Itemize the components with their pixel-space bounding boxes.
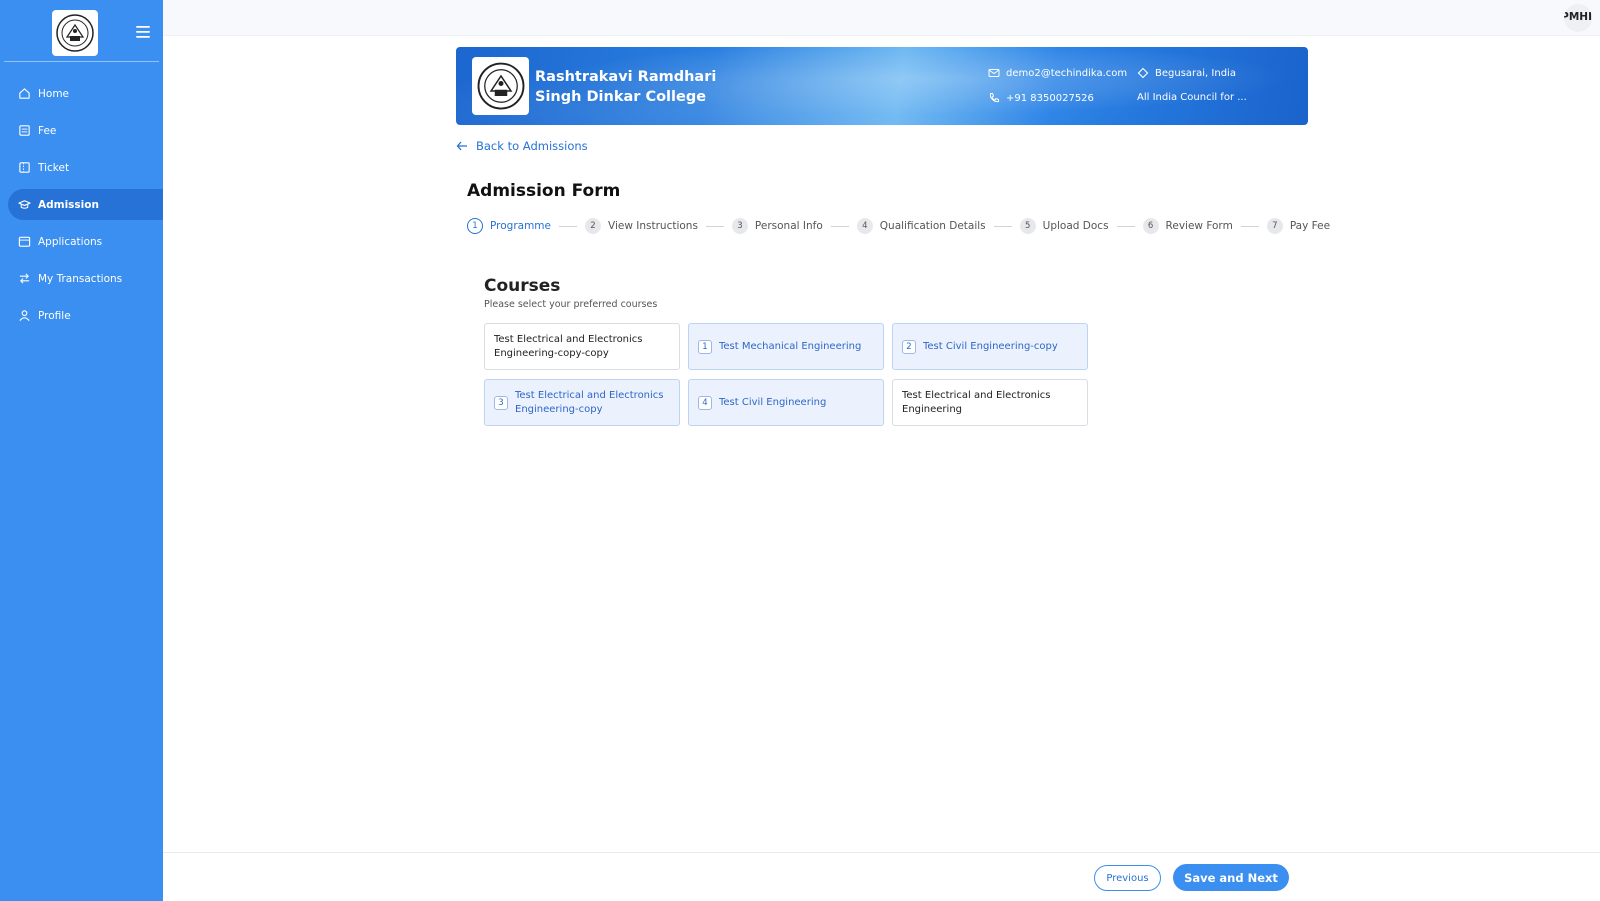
main-content: Rashtrakavi Ramdhari Singh Dinkar Colleg… xyxy=(163,36,1600,852)
step-number: 5 xyxy=(1019,218,1036,234)
step-connector xyxy=(993,225,1012,227)
sidebar-item-profile[interactable]: Profile xyxy=(8,300,163,331)
avatar[interactable]: IPMHI xyxy=(1564,4,1592,32)
banner-college-logo xyxy=(472,57,529,115)
save-and-next-button[interactable]: Save and Next xyxy=(1173,864,1289,891)
transfer-icon xyxy=(17,272,31,286)
back-link-label: Back to Admissions xyxy=(476,139,588,153)
sidebar-item-label: Profile xyxy=(38,309,71,322)
step-qualification-details[interactable]: 4 Qualification Details xyxy=(856,218,986,234)
step-number: 7 xyxy=(1266,218,1283,234)
step-connector xyxy=(559,225,577,227)
course-option-selected[interactable]: 4 Test Civil Engineering xyxy=(688,379,884,426)
step-number: 2 xyxy=(585,218,601,234)
step-label: Qualification Details xyxy=(879,220,986,232)
avatar-text: IPMHI xyxy=(1564,11,1592,23)
step-number: 4 xyxy=(856,218,873,234)
ticket-icon xyxy=(17,161,31,175)
sidebar-item-label: Home xyxy=(38,87,70,100)
step-connector xyxy=(1116,225,1135,227)
step-personal-info[interactable]: 3 Personal Info xyxy=(731,218,823,234)
sidebar-item-home[interactable]: Home xyxy=(8,78,163,109)
step-label: View Instructions xyxy=(608,220,698,232)
sidebar-nav: Home Fee Ticket Admission Applications M… xyxy=(0,78,163,331)
phone-text: +91 8350027526 xyxy=(1006,92,1094,104)
sidebar-item-label: My Transactions xyxy=(38,272,123,285)
sidebar-item-label: Ticket xyxy=(38,161,70,174)
college-name: Rashtrakavi Ramdhari Singh Dinkar Colleg… xyxy=(535,69,717,105)
step-number: 1 xyxy=(467,218,483,234)
sidebar: Home Fee Ticket Admission Applications M… xyxy=(0,0,163,901)
affiliation-text: All India Council for ... xyxy=(1137,92,1247,103)
form-footer: Previous Save and Next xyxy=(163,852,1600,901)
course-grid: Test Electrical and Electronics Engineer… xyxy=(484,323,1088,426)
sidebar-item-ticket[interactable]: Ticket xyxy=(8,152,163,183)
course-name: Test Electrical and Electronics Engineer… xyxy=(494,333,643,359)
location-icon xyxy=(1137,67,1149,79)
step-number: 3 xyxy=(731,218,748,234)
course-order-badge: 4 xyxy=(698,395,712,410)
step-view-instructions[interactable]: 2 View Instructions xyxy=(585,218,698,234)
phone-icon xyxy=(988,92,1000,104)
previous-button[interactable]: Previous xyxy=(1094,865,1161,891)
step-number: 6 xyxy=(1142,218,1159,234)
graduation-cap-icon xyxy=(17,198,31,212)
course-name: Test Civil Engineering-copy xyxy=(923,340,1058,352)
course-order-badge: 2 xyxy=(902,339,916,354)
receipt-icon xyxy=(17,124,31,138)
course-option-selected[interactable]: 3 Test Electrical and Electronics Engine… xyxy=(484,379,680,426)
banner-affiliation: All India Council for ... xyxy=(1137,92,1247,103)
step-pay-fee[interactable]: 7 Pay Fee xyxy=(1266,218,1331,234)
college-logo[interactable] xyxy=(52,10,98,56)
courses-heading: Courses xyxy=(484,276,561,296)
arrow-left-icon xyxy=(456,140,468,152)
sidebar-item-label: Admission xyxy=(38,198,99,211)
course-name: Test Electrical and Electronics Engineer… xyxy=(515,389,664,415)
sidebar-header xyxy=(4,0,159,62)
course-option[interactable]: Test Electrical and Electronics Engineer… xyxy=(892,379,1088,426)
step-label: Personal Info xyxy=(754,220,823,232)
course-name: Test Mechanical Engineering xyxy=(719,340,862,352)
step-label: Pay Fee xyxy=(1289,220,1331,232)
hamburger-menu-icon[interactable] xyxy=(135,24,153,40)
banner-location: Begusarai, India xyxy=(1137,67,1236,79)
step-label: Upload Docs xyxy=(1042,220,1109,232)
step-upload-docs[interactable]: 5 Upload Docs xyxy=(1019,218,1109,234)
step-label: Review Form xyxy=(1165,220,1233,232)
course-name: Test Civil Engineering xyxy=(719,396,827,408)
course-option[interactable]: Test Electrical and Electronics Engineer… xyxy=(484,323,680,370)
sidebar-item-label: Applications xyxy=(38,235,103,248)
step-connector xyxy=(705,225,724,227)
college-banner: Rashtrakavi Ramdhari Singh Dinkar Colleg… xyxy=(456,47,1308,125)
course-name: Test Electrical and Electronics Engineer… xyxy=(902,389,1051,415)
sidebar-item-my-transactions[interactable]: My Transactions xyxy=(8,263,163,294)
step-label: Programme xyxy=(490,220,551,232)
location-text: Begusarai, India xyxy=(1155,67,1236,79)
banner-email[interactable]: demo2@techindika.com xyxy=(988,67,1127,79)
step-review-form[interactable]: 6 Review Form xyxy=(1142,218,1233,234)
course-option-selected[interactable]: 1 Test Mechanical Engineering xyxy=(688,323,884,370)
email-text: demo2@techindika.com xyxy=(1006,67,1128,79)
step-programme[interactable]: 1 Programme xyxy=(467,218,551,234)
course-order-badge: 3 xyxy=(494,395,508,410)
step-connector xyxy=(830,225,849,227)
sidebar-item-admission[interactable]: Admission xyxy=(8,189,163,220)
back-to-admissions-link[interactable]: Back to Admissions xyxy=(456,139,588,153)
step-connector xyxy=(1240,225,1259,227)
user-icon xyxy=(17,309,31,323)
sidebar-item-applications[interactable]: Applications xyxy=(8,226,163,257)
sidebar-item-label: Fee xyxy=(38,124,57,137)
mail-icon xyxy=(988,67,1000,79)
page-title: Admission Form xyxy=(467,181,621,201)
top-bar: IPMHI xyxy=(163,0,1600,36)
calendar-icon xyxy=(17,235,31,249)
course-order-badge: 1 xyxy=(698,339,712,354)
sidebar-item-fee[interactable]: Fee xyxy=(8,115,163,146)
courses-subtitle: Please select your preferred courses xyxy=(484,299,658,310)
home-icon xyxy=(17,87,31,101)
banner-phone[interactable]: +91 8350027526 xyxy=(988,92,1094,104)
form-stepper: 1 Programme 2 View Instructions 3 Person… xyxy=(467,218,1330,234)
course-option-selected[interactable]: 2 Test Civil Engineering-copy xyxy=(892,323,1088,370)
